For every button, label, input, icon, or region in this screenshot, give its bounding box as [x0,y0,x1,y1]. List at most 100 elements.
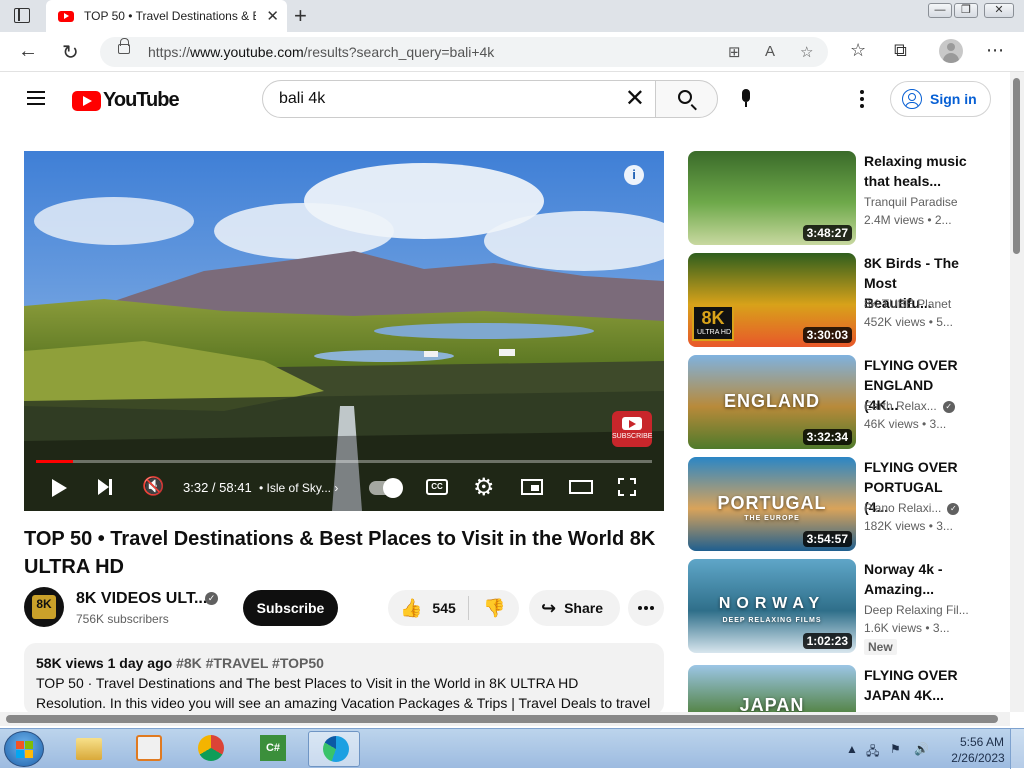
clock-time[interactable]: 5:56 AM [952,735,1012,749]
related-video-channel[interactable]: Deep Relaxing Fil... [864,603,969,617]
muted-volume-icon[interactable]: 🔇 [142,476,164,497]
tab-close-icon[interactable]: ✕ [266,7,279,25]
related-video-item[interactable]: 8K ULTRA HD 3:30:03 8K Birds - The Most Bea… [688,253,988,347]
related-video-item[interactable]: JAPAN FLYING OVER JAPAN 4K... [688,665,988,712]
horizontal-scroll-thumb[interactable] [6,715,998,723]
settings-menu-icon[interactable] [860,90,864,111]
video-thumbnail[interactable]: PORTUGAL THE EUROPE 3:54:57 [688,457,856,551]
taskbar-media-player[interactable] [122,731,174,767]
taskbar-csharp-ide[interactable]: C# [246,731,298,767]
search-button[interactable] [655,80,718,118]
autoplay-toggle[interactable] [369,478,403,498]
clock-date[interactable]: 2/26/2023 [944,751,1012,765]
browser-tab-active[interactable]: TOP 50 • Travel Destinations & Best Plac… [46,0,287,32]
settings-more-icon[interactable]: ⋯ [986,40,1004,61]
new-tab-button[interactable]: + [294,3,307,29]
taskbar-explorer[interactable] [62,731,114,767]
app-available-icon[interactable]: ⊞ [728,43,741,61]
channel-watermark[interactable]: SUBSCRIBE [612,411,652,447]
video-thumbnail[interactable]: ENGLAND 3:32:34 [688,355,856,449]
fullscreen-button[interactable] [618,478,636,496]
profile-avatar-icon[interactable] [939,39,963,63]
folder-icon [76,738,102,760]
read-aloud-icon[interactable]: A [765,43,775,60]
restore-button[interactable]: ❐ [954,3,978,18]
collections-icon[interactable]: ⧉ [894,40,907,61]
related-video-item[interactable]: PORTUGAL THE EUROPE 3:54:57 FLYING OVER POR… [688,457,988,551]
vertical-scroll-thumb[interactable] [1013,78,1020,254]
related-video-item[interactable]: ENGLAND 3:32:34 FLYING OVER ENGLAND (4K...… [688,355,988,449]
info-icon[interactable]: i [624,165,644,185]
related-video-title[interactable]: Relaxing music that heals... [864,151,968,191]
play-button[interactable] [52,479,67,497]
next-video-button[interactable] [98,479,112,495]
description-box[interactable]: 58K views 1 day ago #8K #TRAVEL #TOP50 T… [24,643,664,715]
video-duration: 3:48:27 [802,225,852,241]
time-display: 3:32 / 58:41 [183,480,252,495]
action-center-flag-icon[interactable]: ⚑ [890,742,901,756]
minimize-button[interactable]: — [928,3,952,18]
back-arrow-icon[interactable]: ← [18,40,38,63]
like-dislike-group: 👍 545 👎 [388,590,519,626]
video-player[interactable]: i SUBSCRIBE 🔇 3:32 / 58:41 • Isle of Sky… [24,151,664,511]
video-thumbnail[interactable]: 8K ULTRA HD 3:30:03 [688,253,856,347]
more-actions-button[interactable] [628,590,664,626]
related-video-channel[interactable]: Earth Relax... ✓ [864,399,955,413]
tab-actions-icon[interactable] [14,8,30,23]
video-thumbnail[interactable]: JAPAN [688,665,856,712]
add-favorite-icon[interactable]: ☆ [800,43,813,61]
address-bar[interactable]: https://www.youtube.com/results?search_q… [100,37,828,67]
close-window-button[interactable]: ✕ [984,3,1014,18]
miniplayer-button[interactable] [521,479,543,495]
player-controls: 🔇 3:32 / 58:41 • Isle of Sky... › CC ⚙ [24,469,664,511]
guide-menu-icon[interactable] [27,91,45,105]
horizontal-scrollbar[interactable] [0,712,1010,726]
voice-search-icon[interactable] [740,89,752,109]
video-duration: 3:30:03 [802,327,852,343]
related-video-item[interactable]: 3:48:27 Relaxing music that heals... Tranq… [688,151,988,245]
clear-search-icon[interactable]: ✕ [625,86,645,112]
start-button[interactable] [4,731,44,767]
related-video-channel[interactable]: Tranquil Paradise [864,195,958,209]
hashtags[interactable]: #8K #TRAVEL #TOP50 [176,655,324,671]
vertical-scrollbar[interactable] [1010,72,1024,712]
refresh-icon[interactable]: ↻ [62,40,79,65]
media-player-icon [136,735,162,761]
share-button[interactable]: ↪ Share [529,590,620,626]
settings-gear-icon[interactable]: ⚙ [473,473,495,502]
lock-icon[interactable] [118,38,130,54]
search-query[interactable]: bali 4k [279,90,325,108]
channel-name[interactable]: 8K VIDEOS ULT... [76,590,207,608]
related-video-channel[interactable]: Piano Relaxi... ✓ [864,501,960,515]
taskbar-edge[interactable] [308,731,360,767]
like-button[interactable]: 👍 545 [388,590,468,626]
show-desktop-button[interactable] [1010,729,1024,769]
captions-button[interactable]: CC [426,479,448,495]
subscribe-button[interactable]: Subscribe [243,590,338,626]
network-icon[interactable]: 🖧 [866,742,879,763]
chapter-title[interactable]: • Isle of Sky... › [259,481,338,495]
verified-check-icon: ✓ [942,400,955,413]
youtube-logo[interactable]: YouTube [72,89,180,112]
seek-bar[interactable] [36,460,652,463]
related-video-channel[interactable]: 8K TUBE Planet [864,297,951,311]
like-count: 545 [432,600,456,616]
search-input[interactable]: bali 4k ✕ [262,80,656,118]
sign-in-label: Sign in [930,91,977,107]
dislike-button[interactable]: 👎 [469,590,519,626]
windows-taskbar: C# ▲ 🖧 ⚑ 🔊 5:56 AM 2/26/2023 [0,728,1024,769]
show-hidden-icons[interactable]: ▲ [846,742,858,756]
video-thumbnail[interactable]: NORWAY DEEP RELAXING FILMS 1:02:23 [688,559,856,653]
related-video-item[interactable]: NORWAY DEEP RELAXING FILMS 1:02:23 Norway 4… [688,559,988,655]
volume-icon[interactable]: 🔊 [914,742,929,756]
video-thumbnail[interactable]: 3:48:27 [688,151,856,245]
taskbar-chrome[interactable] [184,731,236,767]
sign-in-button[interactable]: Sign in [890,81,991,117]
new-badge: New [864,639,897,655]
channel-avatar[interactable]: 8K [24,587,64,627]
url-text[interactable]: https://www.youtube.com/results?search_q… [148,44,494,60]
favorites-icon[interactable]: ☆ [850,40,866,61]
related-video-title[interactable]: FLYING OVER JAPAN 4K... [864,665,968,705]
related-video-title[interactable]: Norway 4k - Amazing... [864,559,968,599]
theater-mode-button[interactable] [569,480,593,494]
